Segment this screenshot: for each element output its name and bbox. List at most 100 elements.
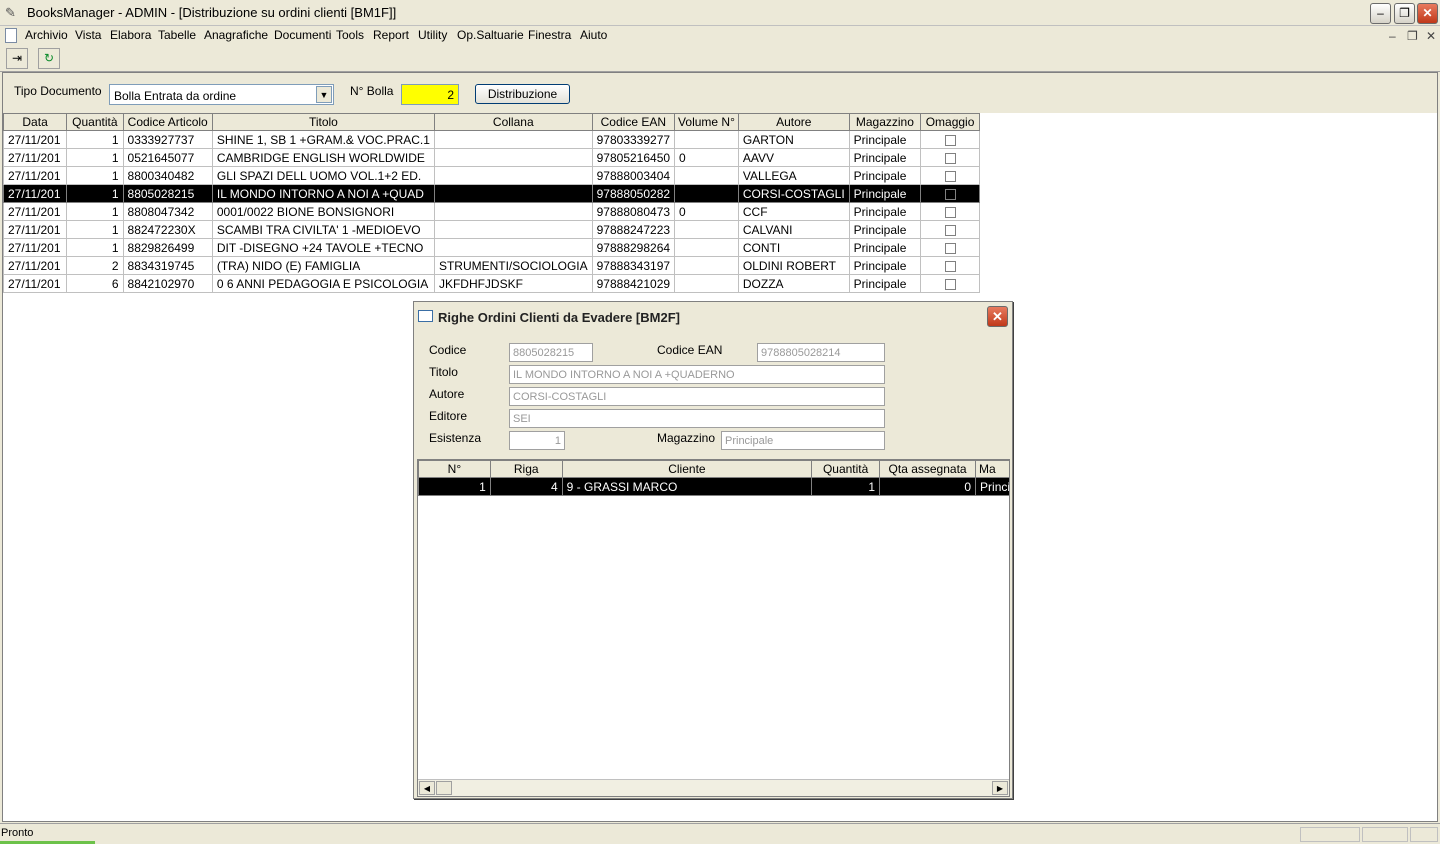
mdi-close-button[interactable]: ✕ (1426, 29, 1436, 43)
cell-quantita[interactable]: 1 (66, 166, 124, 185)
cell-codice[interactable]: 8834319745 (122, 256, 213, 275)
column-header[interactable]: Titolo (211, 113, 435, 131)
cell-ean[interactable]: 97805216450 (591, 148, 676, 167)
cell-magazzino[interactable]: Principale (848, 166, 922, 185)
cell-autore[interactable]: CORSI-COSTAGLI (737, 184, 850, 203)
cell-n[interactable]: 1 (418, 477, 491, 496)
omaggio-checkbox[interactable] (944, 188, 956, 200)
cell-volume[interactable] (674, 256, 739, 275)
cell-titolo[interactable]: 0 6 ANNI PEDAGOGIA E PSICOLOGIA (211, 274, 435, 293)
cell-omaggio[interactable] (920, 274, 980, 293)
dialog-title-bar[interactable]: Righe Ordini Clienti da Evadere [BM2F] ✕ (414, 302, 1012, 330)
ean-field[interactable]: 9788805028214 (757, 343, 885, 362)
cell-data[interactable]: 27/11/201 (2, 238, 68, 257)
dialog-close-button[interactable]: ✕ (987, 306, 1008, 327)
cell-volume[interactable]: 0 (674, 202, 739, 221)
column-header[interactable]: Collana (433, 113, 593, 131)
cell-magazzino[interactable]: Princi (975, 477, 1009, 496)
scroll-right-icon[interactable]: ▶ (992, 781, 1008, 795)
column-header[interactable]: Codice EAN (591, 113, 676, 131)
cell-collana[interactable]: JKFDHFJDSKF (433, 274, 593, 293)
cell-ean[interactable]: 97888298264 (591, 238, 676, 257)
cell-autore[interactable]: GARTON (737, 130, 850, 149)
cell-collana[interactable] (433, 130, 593, 149)
menu-vista[interactable]: Vista (75, 28, 101, 42)
tipo-documento-select[interactable]: Bolla Entrata da ordine ▼ (109, 84, 334, 105)
cell-data[interactable]: 27/11/201 (2, 202, 68, 221)
cell-ean[interactable]: 97888050282 (591, 184, 676, 203)
cell-ean[interactable]: 97888247223 (591, 220, 676, 239)
horizontal-scrollbar[interactable]: ◀ ▶ (418, 779, 1009, 796)
cell-codice[interactable]: 0521645077 (122, 148, 213, 167)
cell-collana[interactable]: STRUMENTI/SOCIOLOGIA (433, 256, 593, 275)
esistenza-field[interactable]: 1 (509, 431, 565, 450)
menu-archivio[interactable]: Archivio (25, 28, 68, 42)
cell-data[interactable]: 27/11/201 (2, 166, 68, 185)
column-header[interactable]: Cliente (561, 460, 813, 478)
cell-data[interactable]: 27/11/201 (2, 184, 68, 203)
cell-collana[interactable] (433, 220, 593, 239)
cell-quantita[interactable]: 1 (66, 202, 124, 221)
cell-ean[interactable]: 97888343197 (591, 256, 676, 275)
cell-codice[interactable]: 8829826499 (122, 238, 213, 257)
cell-titolo[interactable]: (TRA) NIDO (E) FAMIGLIA (211, 256, 435, 275)
menu-finestra[interactable]: Finestra (528, 28, 571, 42)
cell-magazzino[interactable]: Principale (848, 202, 922, 221)
omaggio-checkbox[interactable] (944, 224, 956, 236)
autore-field[interactable]: CORSI-COSTAGLI (509, 387, 885, 406)
cell-magazzino[interactable]: Principale (848, 220, 922, 239)
cell-volume[interactable] (674, 130, 739, 149)
cell-quantita[interactable]: 1 (66, 220, 124, 239)
column-header[interactable]: Data (2, 113, 68, 131)
cell-volume[interactable] (674, 166, 739, 185)
table-row[interactable]: 27/11/201 1 8800340482 GLI SPAZI DELL UO… (2, 166, 980, 185)
column-header[interactable]: Quantità (811, 460, 881, 478)
omaggio-checkbox[interactable] (944, 242, 956, 254)
cell-titolo[interactable]: GLI SPAZI DELL UOMO VOL.1+2 ED. (211, 166, 435, 185)
restore-button[interactable]: ❐ (1394, 3, 1415, 24)
cell-titolo[interactable]: 0001/0022 BIONE BONSIGNORI (211, 202, 435, 221)
cell-quantita[interactable]: 1 (811, 477, 881, 496)
column-header[interactable]: Qta assegnata (879, 460, 977, 478)
document-icon[interactable] (5, 28, 17, 43)
omaggio-checkbox[interactable] (944, 152, 956, 164)
column-header[interactable]: Codice Articolo (122, 113, 213, 131)
cell-magazzino[interactable]: Principale (848, 184, 922, 203)
table-row-selected[interactable]: 27/11/201 1 8805028215 IL MONDO INTORNO … (2, 184, 980, 203)
menu-op-saltuarie[interactable]: Op.Saltuarie (457, 28, 524, 42)
editore-field[interactable]: SEI (509, 409, 885, 428)
menu-elabora[interactable]: Elabora (110, 28, 151, 42)
cell-volume[interactable] (674, 274, 739, 293)
cell-magazzino[interactable]: Principale (848, 256, 922, 275)
omaggio-checkbox[interactable] (944, 278, 956, 290)
column-header[interactable]: Quantità (66, 113, 124, 131)
cell-titolo[interactable]: CAMBRIDGE ENGLISH WORLDWIDE (211, 148, 435, 167)
scroll-thumb[interactable] (436, 781, 452, 795)
cell-codice[interactable]: 8800340482 (122, 166, 213, 185)
table-row[interactable]: 27/11/201 1 0521645077 CAMBRIDGE ENGLISH… (2, 148, 980, 167)
chevron-down-icon[interactable]: ▼ (316, 86, 332, 103)
cell-magazzino[interactable]: Principale (848, 130, 922, 149)
cell-omaggio[interactable] (920, 220, 980, 239)
cell-volume[interactable] (674, 184, 739, 203)
menu-utility[interactable]: Utility (418, 28, 447, 42)
door-exit-icon[interactable]: ⇥ (6, 48, 28, 69)
cell-quantita[interactable]: 1 (66, 238, 124, 257)
cell-data[interactable]: 27/11/201 (2, 274, 68, 293)
cell-titolo[interactable]: SHINE 1, SB 1 +GRAM.& VOC.PRAC.1 (211, 130, 435, 149)
cell-data[interactable]: 27/11/201 (2, 148, 68, 167)
cell-quantita[interactable]: 1 (66, 148, 124, 167)
scroll-left-icon[interactable]: ◀ (419, 781, 435, 795)
column-header[interactable]: N° (418, 460, 491, 478)
cell-volume[interactable] (674, 220, 739, 239)
table-row[interactable]: 27/11/201 2 8834319745 (TRA) NIDO (E) FA… (2, 256, 980, 275)
minimize-button[interactable]: – (1370, 3, 1391, 24)
cell-ean[interactable]: 97888421029 (591, 274, 676, 293)
cell-titolo[interactable]: IL MONDO INTORNO A NOI A +QUAD (211, 184, 435, 203)
menu-aiuto[interactable]: Aiuto (580, 28, 607, 42)
cell-titolo[interactable]: SCAMBI TRA CIVILTA' 1 -MEDIOEVO (211, 220, 435, 239)
cell-data[interactable]: 27/11/201 (2, 220, 68, 239)
cell-omaggio[interactable] (920, 184, 980, 203)
menu-report[interactable]: Report (373, 28, 409, 42)
omaggio-checkbox[interactable] (944, 170, 956, 182)
